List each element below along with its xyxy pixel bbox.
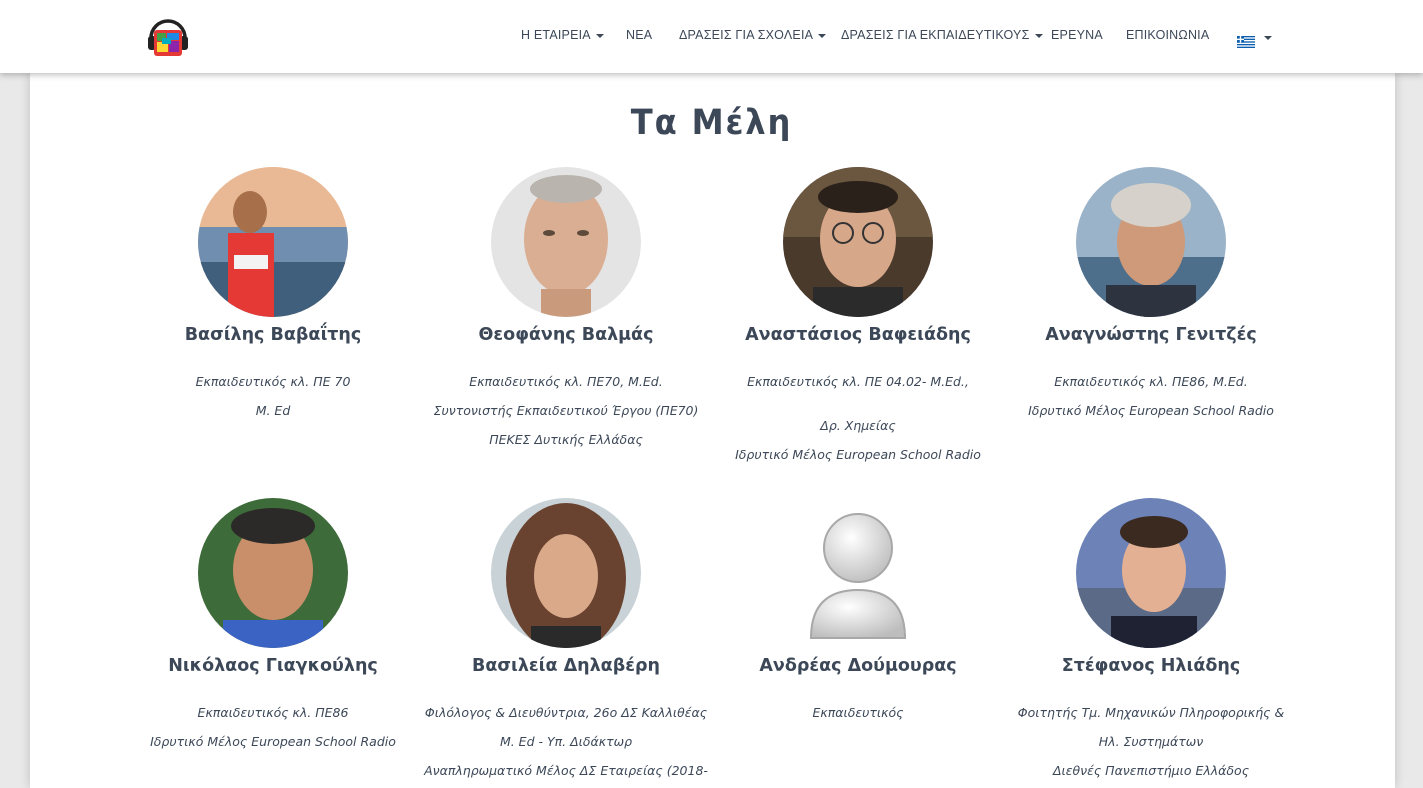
member-desc-line: Ιδρυτικό Μέλος European School Radio	[150, 734, 396, 749]
member-desc-line: Ηλ. Συστημάτων	[1098, 734, 1204, 749]
member-desc-line: Ιδρυτικό Μέλος European School Radio	[1028, 403, 1274, 418]
member-desc-line: Μ. Ed	[255, 403, 291, 418]
member-description: Εκπαιδευτικός κλ. ΠΕ86, M.Ed. Ιδρυτικό Μ…	[1005, 367, 1297, 425]
member-card: Θεοφάνης Βαλμάς Εκπαιδευτικός κλ. ΠΕ70, …	[420, 167, 712, 454]
member-description: Εκπαιδευτικός κλ. ΠΕ 04.02- M.Ed., Δρ. Χ…	[712, 367, 1004, 469]
member-name: Νικόλαος Γιαγκούλης	[168, 656, 378, 676]
nav-item-news[interactable]: ΝΕΑ	[626, 28, 652, 42]
top-navbar: Η ΕΤΑΙΡΕΙΑ ΝΕΑ ΔΡΑΣΕΙΣ ΓΙΑ ΣΧΟΛΕΙΑ ΔΡΑΣΕ…	[0, 0, 1423, 73]
member-card: Ανδρέας Δούμουρας Εκπαιδευτικός	[712, 498, 1004, 727]
site-logo[interactable]	[145, 14, 191, 60]
nav-item-teacher-actions[interactable]: ΔΡΑΣΕΙΣ ΓΙΑ ΕΚΠΑΙΔΕΥΤΙΚΟΥΣ	[841, 28, 1043, 42]
member-photo	[1076, 167, 1226, 317]
chevron-down-icon	[595, 33, 604, 38]
member-name: Αναγνώστης Γενιτζές	[1045, 325, 1257, 345]
member-name: Στέφανος Ηλιάδης	[1061, 656, 1241, 676]
nav-item-school-actions[interactable]: ΔΡΑΣΕΙΣ ΓΙΑ ΣΧΟΛΕΙΑ	[679, 28, 827, 42]
nav-item-contact[interactable]: ΕΠΙΚΟΙΝΩΝΙΑ	[1126, 28, 1209, 42]
member-desc-line: Εκπαιδευτικός κλ. ΠΕ86	[197, 705, 349, 720]
member-desc-line: Εκπαιδευτικός	[812, 705, 904, 720]
member-description: Φιλόλογος & Διευθύντρια, 26ο ΔΣ Καλλιθέα…	[420, 698, 712, 785]
member-card: Βασιλεία Δηλαβέρη Φιλόλογος & Διευθύντρι…	[420, 498, 712, 785]
member-card: Αναστάσιος Βαφειάδης Εκπαιδευτικός κλ. Π…	[712, 167, 1004, 469]
nav-item-research[interactable]: ΕΡΕΥΝΑ	[1051, 28, 1103, 42]
member-photo	[491, 498, 641, 648]
member-name: Ανδρέας Δούμουρας	[759, 656, 957, 676]
nav-item-teacher-actions-label: ΔΡΑΣΕΙΣ ΓΙΑ ΕΚΠΑΙΔΕΥΤΙΚΟΥΣ	[841, 28, 1030, 42]
member-name: Βασίλης Βαβαΐτης	[184, 325, 362, 345]
member-photo	[1076, 498, 1226, 648]
nav-item-company-label: Η ΕΤΑΙΡΕΙΑ	[521, 28, 591, 42]
member-name: Αναστάσιος Βαφειάδης	[745, 325, 971, 345]
page-title: Τα Μέλη	[630, 103, 793, 143]
member-photo	[198, 498, 348, 648]
member-desc-line: Συντονιστής Εκπαιδευτικού Έργου (ΠΕ70)	[433, 403, 699, 418]
member-desc-line: Δρ. Χημείας	[820, 418, 896, 433]
member-desc-blank-line	[712, 396, 1004, 411]
member-card: Στέφανος Ηλιάδης Φοιτητής Τμ. Μηχανικών …	[1005, 498, 1297, 785]
member-desc-line: Ιδρυτικό Μέλος European School Radio	[735, 447, 981, 462]
chevron-down-icon	[818, 33, 827, 38]
nav-item-contact-label: ΕΠΙΚΟΙΝΩΝΙΑ	[1126, 28, 1210, 42]
member-description: Φοιτητής Τμ. Μηχανικών Πληροφορικής & Ηλ…	[1005, 698, 1297, 785]
chevron-down-icon	[1034, 33, 1043, 38]
member-desc-line: Εκπαιδευτικός κλ. ΠΕ 70	[195, 374, 351, 389]
member-desc-line: ΠΕΚΕΣ Δυτικής Ελλάδας	[489, 432, 643, 447]
member-card: Αναγνώστης Γενιτζές Εκπαιδευτικός κλ. ΠΕ…	[1005, 167, 1297, 425]
nav-item-school-actions-label: ΔΡΑΣΕΙΣ ΓΙΑ ΣΧΟΛΕΙΑ	[679, 28, 814, 42]
nav-item-research-label: ΕΡΕΥΝΑ	[1051, 28, 1103, 42]
member-description: Εκπαιδευτικός κλ. ΠΕ70, M.Ed. Συντονιστή…	[420, 367, 712, 454]
member-desc-line: Εκπαιδευτικός κλ. ΠΕ70, M.Ed.	[469, 374, 663, 389]
member-desc-line: Φοιτητής Τμ. Μηχανικών Πληροφορικής &	[1017, 705, 1285, 720]
member-desc-line: Φιλόλογος & Διευθύντρια, 26ο ΔΣ Καλλιθέα…	[424, 705, 708, 720]
member-desc-line: Εκπαιδευτικός κλ. ΠΕ 04.02- M.Ed.,	[747, 374, 969, 389]
member-name: Θεοφάνης Βαλμάς	[478, 325, 654, 345]
member-photo	[783, 167, 933, 317]
member-card: Βασίλης Βαβαΐτης Εκπαιδευτικός κλ. ΠΕ 70…	[127, 167, 419, 425]
member-description: Εκπαιδευτικός κλ. ΠΕ 70 Μ. Ed	[127, 367, 419, 425]
member-desc-line: Μ. Ed - Υπ. Διδάκτωρ	[499, 734, 633, 749]
member-description: Εκπαιδευτικός κλ. ΠΕ86 Ιδρυτικό Μέλος Eu…	[127, 698, 419, 756]
default-avatar-icon	[783, 498, 933, 648]
member-desc-line: Διεθνές Πανεπιστήμιο Ελλάδος	[1052, 763, 1250, 778]
nav-item-company[interactable]: Η ΕΤΑΙΡΕΙΑ	[521, 28, 604, 42]
member-photo	[491, 167, 641, 317]
member-photo	[198, 167, 348, 317]
member-name: Βασιλεία Δηλαβέρη	[472, 656, 660, 676]
member-desc-line: Αναπληρωματικό Μέλος ΔΣ Εταιρείας (2018-	[424, 763, 708, 778]
language-chevron-down-icon[interactable]	[1264, 36, 1272, 40]
member-desc-line: Εκπαιδευτικός κλ. ΠΕ86, M.Ed.	[1054, 374, 1248, 389]
member-description: Εκπαιδευτικός	[712, 698, 1004, 727]
nav-item-news-label: ΝΕΑ	[626, 28, 653, 42]
greek-flag-icon[interactable]	[1237, 33, 1255, 48]
member-card: Νικόλαος Γιαγκούλης Εκπαιδευτικός κλ. ΠΕ…	[127, 498, 419, 756]
